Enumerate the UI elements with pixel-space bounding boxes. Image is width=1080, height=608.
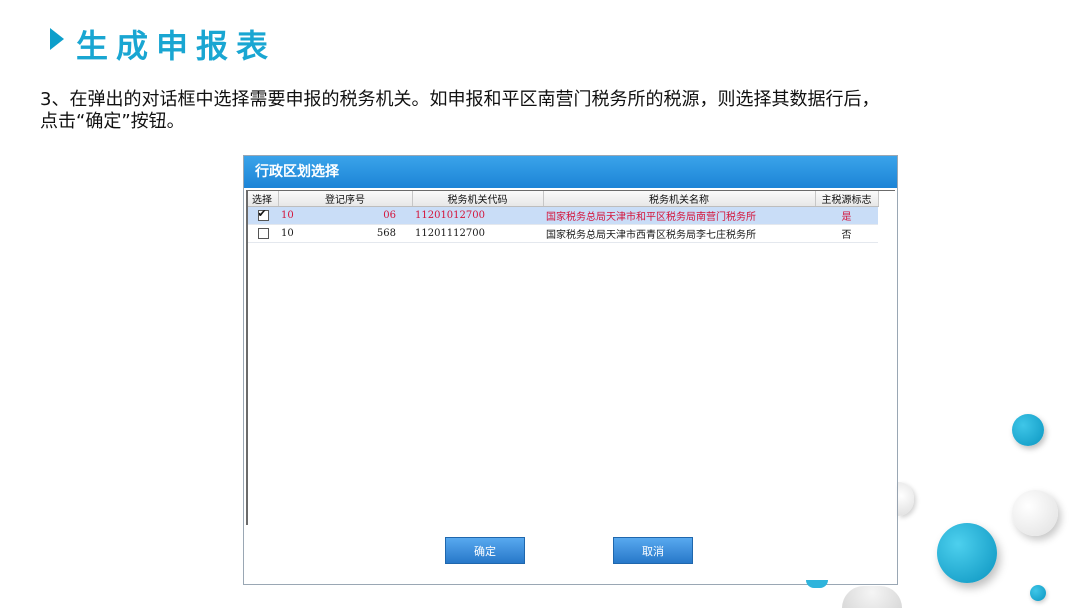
row-checkbox-cell[interactable]: [248, 224, 278, 243]
reg-no-suffix: 568: [376, 228, 396, 239]
row-checkbox-unchecked[interactable]: [257, 228, 269, 239]
office-name-cell: 国家税务总局天津市和平区税务局南营门税务所: [543, 206, 815, 225]
office-name-cell: 国家税务总局天津市西青区税务局李七庄税务所: [543, 224, 815, 243]
column-header-select[interactable]: 选择: [248, 191, 279, 207]
slide-title: 生成申报表: [76, 27, 277, 65]
tax-office-table: 选择 登记序号 税务机关代码 税务机关名称 主税源标志 ✔ 10 06 11201…: [248, 191, 879, 243]
decorative-circle-6: [806, 580, 828, 588]
confirm-button[interactable]: 确定: [445, 537, 525, 564]
main-source-flag-cell: 否: [815, 224, 878, 243]
table-header-row: 选择 登记序号 税务机关代码 税务机关名称 主税源标志: [248, 191, 879, 207]
instruction-text: 3、在弹出的对话框中选择需要申报的税务机关。如申报和平区南营门税务所的税源，则选…: [40, 89, 1040, 133]
table-row[interactable]: 10 568 11201112700 国家税务总局天津市西青区税务局李七庄税务所 …: [248, 224, 878, 243]
reg-no-cell: 10 568: [278, 224, 412, 243]
decorative-circle-5: [1030, 585, 1046, 601]
reg-no-prefix: 10: [281, 228, 294, 239]
decorative-circle-3: [1012, 490, 1058, 536]
dialog-button-bar: 确定 取消: [244, 525, 897, 585]
decorative-circle-7: [842, 586, 902, 608]
decorative-circle-4: [937, 523, 997, 583]
reg-no-cell: 10 06: [278, 206, 412, 225]
checkmark-icon: ✔: [257, 207, 267, 220]
table-row[interactable]: ✔ 10 06 11201012700 国家税务总局天津市和平区税务局南营门税务所…: [248, 206, 878, 225]
title-triangle-icon: [50, 28, 64, 50]
row-checkbox-cell[interactable]: ✔: [248, 206, 278, 225]
tax-office-grid: 选择 登记序号 税务机关代码 税务机关名称 主税源标志 ✔ 10 06 11201…: [246, 190, 895, 525]
row-checkbox-checked[interactable]: ✔: [257, 207, 269, 221]
instruction-line-2: 点击“确定”按钮。: [40, 111, 185, 132]
cancel-button[interactable]: 取消: [613, 537, 693, 564]
main-source-flag-cell: 是: [815, 206, 878, 225]
dialog-title: 行政区划选择: [244, 156, 897, 188]
column-header-reg-no[interactable]: 登记序号: [278, 191, 413, 207]
tax-office-select-dialog: 行政区划选择 选择 登记序号 税务机关代码 税务机关名称 主税源标志 ✔ 10 …: [243, 155, 898, 585]
column-header-office-name[interactable]: 税务机关名称: [543, 191, 816, 207]
office-code-cell: 11201012700: [412, 206, 543, 225]
decorative-circle-2: [898, 482, 914, 516]
decorative-circle-1: [1012, 414, 1044, 446]
office-code-cell: 11201112700: [412, 224, 543, 243]
column-header-office-code[interactable]: 税务机关代码: [412, 191, 544, 207]
reg-no-prefix: 10: [281, 210, 294, 221]
reg-no-suffix: 06: [383, 210, 396, 221]
column-header-main-source-flag[interactable]: 主税源标志: [815, 191, 879, 207]
slide: 生成申报表 3、在弹出的对话框中选择需要申报的税务机关。如申报和平区南营门税务所…: [0, 0, 1080, 608]
instruction-line-1: 3、在弹出的对话框中选择需要申报的税务机关。如申报和平区南营门税务所的税源，则选…: [40, 89, 880, 110]
